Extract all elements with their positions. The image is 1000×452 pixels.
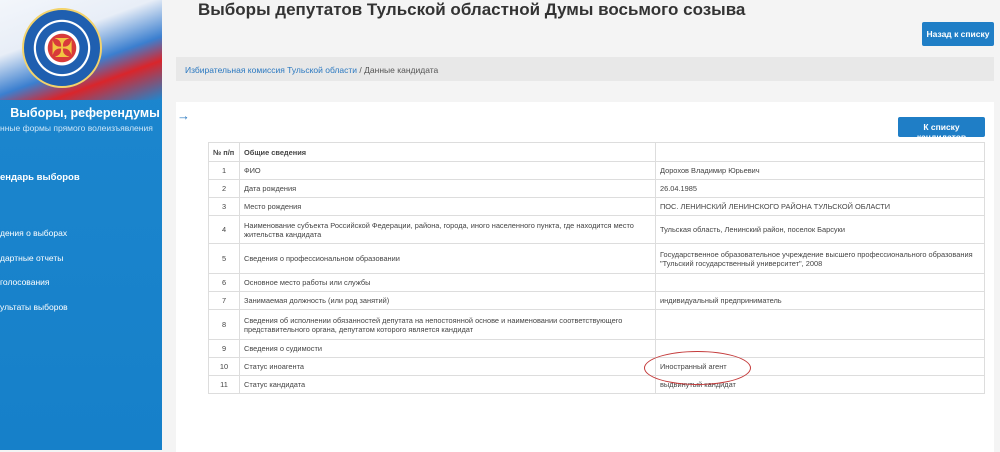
row-label: Основное место работы или службы	[239, 273, 656, 292]
row-value	[655, 309, 985, 340]
candidates-list-button[interactable]: К списку кандидатов	[898, 117, 985, 142]
sidebar: ✠ Выборы, референдумы нные формы прямого…	[0, 0, 162, 450]
sidebar-item-election-info[interactable]: дения о выборах	[0, 228, 67, 238]
eagle-icon: ✠	[51, 33, 73, 63]
row-value: Тульская область, Ленинский район, посел…	[655, 215, 985, 244]
sidebar-item-standard-reports[interactable]: дартные отчеты	[0, 253, 63, 263]
breadcrumb: Избирательная комиссия Тульской области …	[176, 57, 994, 81]
candidate-table: № п/п Общие сведения 1 ФИО Дорохов Влади…	[208, 142, 985, 394]
col-header-number: № п/п	[208, 142, 240, 162]
table-row: 3 Место рождения ПОС. ЛЕНИНСКИЙ ЛЕНИНСКО…	[208, 197, 985, 216]
row-label: Место рождения	[239, 197, 656, 216]
row-value: ПОС. ЛЕНИНСКИЙ ЛЕНИНСКОГО РАЙОНА ТУЛЬСКО…	[655, 197, 985, 216]
breadcrumb-current: Данные кандидата	[364, 65, 439, 75]
row-number: 8	[208, 309, 240, 340]
row-number: 4	[208, 215, 240, 244]
row-value: индивидуальный предприниматель	[655, 291, 985, 310]
table-row: 4 Наименование субъекта Российской Федер…	[208, 215, 985, 244]
row-label: Сведения о профессиональном образовании	[239, 243, 656, 274]
sidebar-title: Выборы, референдумы	[10, 106, 160, 120]
table-row: 7 Занимаемая должность (или род занятий)…	[208, 291, 985, 310]
col-header-general: Общие сведения	[239, 142, 656, 162]
row-number: 5	[208, 243, 240, 274]
row-label: Дата рождения	[239, 179, 656, 198]
table-header-row: № п/п Общие сведения	[208, 142, 985, 162]
arrow-right-icon[interactable]: →	[177, 108, 190, 123]
row-number: 9	[208, 339, 240, 358]
breadcrumb-separator: /	[359, 65, 362, 75]
table-row: 8 Сведения об исполнении обязанностей де…	[208, 309, 985, 340]
row-number: 3	[208, 197, 240, 216]
row-number: 6	[208, 273, 240, 292]
back-to-list-button[interactable]: Назад к списку	[922, 22, 994, 46]
table-row: 6 Основное место работы или службы	[208, 273, 985, 292]
row-label: Наименование субъекта Российской Федерац…	[239, 215, 656, 244]
sidebar-item-voting[interactable]: голосования	[0, 277, 50, 287]
row-value: Дорохов Владимир Юрьевич	[655, 161, 985, 180]
breadcrumb-link-commission[interactable]: Избирательная комиссия Тульской области	[185, 65, 357, 75]
page-title: Выборы депутатов Тульской областной Думы…	[198, 0, 746, 19]
col-header-value	[655, 142, 985, 162]
row-number: 11	[208, 375, 240, 394]
row-label: Занимаемая должность (или род занятий)	[239, 291, 656, 310]
row-number: 1	[208, 161, 240, 180]
row-number: 2	[208, 179, 240, 198]
row-label: Статус кандидата	[239, 375, 656, 394]
row-value	[655, 273, 985, 292]
table-row: 11 Статус кандидата выдвинутый кандидат	[208, 375, 985, 394]
row-number: 10	[208, 357, 240, 376]
table-row: 10 Статус иноагента Иностранный агент	[208, 357, 985, 376]
row-label: Сведения об исполнении обязанностей депу…	[239, 309, 656, 340]
table-row: 2 Дата рождения 26.04.1985	[208, 179, 985, 198]
row-label: Сведения о судимости	[239, 339, 656, 358]
table-row: 5 Сведения о профессиональном образовани…	[208, 243, 985, 274]
sidebar-item-results[interactable]: ультаты выборов	[0, 302, 68, 312]
cik-emblem-logo: ✠	[22, 8, 102, 88]
highlight-circle	[644, 351, 751, 385]
row-number: 7	[208, 291, 240, 310]
row-label: ФИО	[239, 161, 656, 180]
table-row: 1 ФИО Дорохов Владимир Юрьевич	[208, 161, 985, 180]
row-label: Статус иноагента	[239, 357, 656, 376]
sidebar-item-calendar[interactable]: ендарь выборов	[0, 172, 80, 183]
table-row: 9 Сведения о судимости	[208, 339, 985, 358]
sidebar-subtitle: нные формы прямого волеизъявления	[0, 123, 153, 133]
row-value: Государственное образовательное учрежден…	[655, 243, 985, 274]
row-value: 26.04.1985	[655, 179, 985, 198]
